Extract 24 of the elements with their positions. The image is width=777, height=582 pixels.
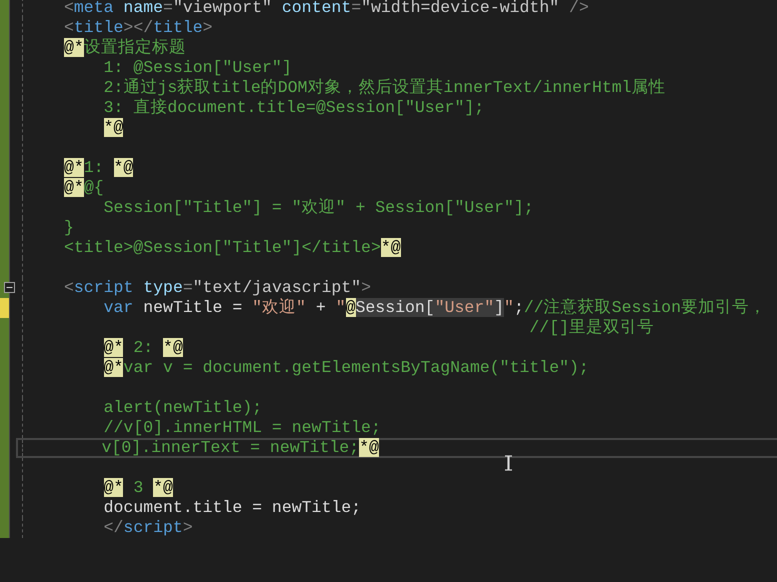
- code-line: @*设置指定标题: [64, 38, 186, 58]
- code-line: Session["Title"] = "欢迎" + Session["User"];: [102, 198, 534, 218]
- code-line: <title></title>: [64, 18, 213, 38]
- code-line: 2:通过js获取title的DOM对象，然后设置其innerText/innerHtml属性: [102, 78, 666, 98]
- code-line: <script type="text/javascript">: [64, 278, 371, 298]
- code-line: 3: 直接document.title=@Session["User"];: [102, 98, 484, 118]
- code-line: @*1: *@: [64, 158, 134, 178]
- code-line: var newTitle = "欢迎" + "@Session["User"]";//注意获取Session要加引号，: [102, 298, 766, 318]
- code-line: </script>: [102, 518, 193, 538]
- code-line: @* 3 *@: [102, 478, 173, 498]
- code-line: 1: @Session["User"]: [102, 58, 292, 78]
- collapse-icon[interactable]: [4, 282, 15, 293]
- code-line: <meta name="viewport" content="width=device-width" />: [64, 0, 589, 18]
- code-line: <title>@Session["Title"]</title>*@: [64, 238, 401, 258]
- text-cursor-icon: [504, 455, 513, 471]
- code-line: }: [64, 218, 74, 238]
- code-line: alert(newTitle);: [102, 398, 262, 418]
- code-line: //v[0].innerHTML = newTitle;: [102, 418, 381, 438]
- code-line: @*@{: [64, 178, 104, 198]
- code-line: //[]里是双引号: [528, 318, 654, 338]
- code-line: @*var v = document.getElementsByTagName("title");: [102, 358, 589, 378]
- code-line: @* 2: *@: [102, 338, 183, 358]
- code-line: document.title = newTitle;: [102, 498, 362, 518]
- code-line: v[0].innerText = newTitle;*@: [100, 440, 379, 456]
